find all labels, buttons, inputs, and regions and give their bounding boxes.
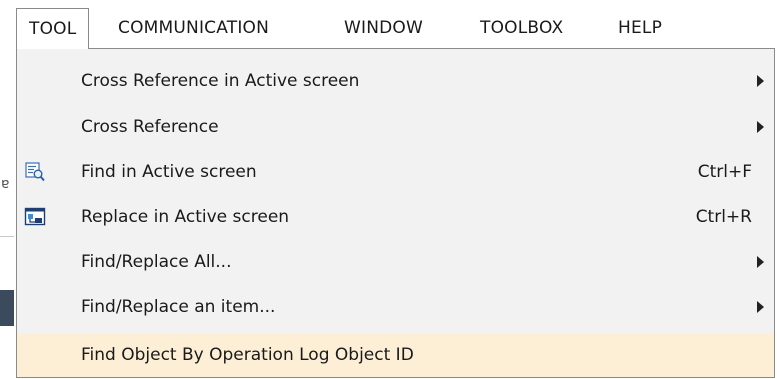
menu-item-label: Find Object By Operation Log Object ID	[81, 345, 414, 365]
shortcut-label: Ctrl+F	[697, 162, 752, 182]
background-panel-fragment	[0, 290, 14, 326]
menu-item-label: Cross Reference	[81, 117, 219, 137]
submenu-arrow-icon	[757, 301, 764, 313]
background-text-fragment: ɐ	[1, 176, 10, 192]
menu-tool-label: TOOL	[29, 19, 77, 39]
menu-item-cross-reference[interactable]: Cross Reference	[17, 107, 774, 147]
submenu-arrow-icon	[757, 75, 764, 87]
menu-item-find-in-active-screen[interactable]: Find in Active screen Ctrl+F	[17, 152, 774, 192]
application-window: ɐ TOOL COMMUNICATION WINDOW TOOLBOX HELP…	[0, 0, 777, 379]
menu-tool[interactable]: TOOL	[16, 8, 90, 49]
menu-item-find-replace-item[interactable]: Find/Replace an item...	[17, 287, 774, 327]
find-icon	[24, 161, 46, 183]
submenu-arrow-icon	[757, 256, 764, 268]
menu-item-find-object-by-log-id[interactable]: Find Object By Operation Log Object ID	[17, 333, 774, 377]
menu-help-label: HELP	[618, 17, 663, 38]
menu-item-cross-reference-active-screen[interactable]: Cross Reference in Active screen	[17, 61, 774, 101]
menu-communication[interactable]: COMMUNICATION	[106, 8, 281, 47]
menu-communication-label: COMMUNICATION	[118, 17, 270, 38]
menu-toolbox[interactable]: TOOLBOX	[468, 8, 575, 47]
tool-dropdown-menu: Cross Reference in Active screen Cross R…	[16, 48, 775, 378]
menu-item-label: Find/Replace All...	[81, 252, 232, 272]
menu-window-label: WINDOW	[344, 17, 424, 38]
menu-toolbox-label: TOOLBOX	[480, 17, 564, 38]
menu-item-label: Find in Active screen	[81, 162, 257, 182]
menu-item-label: Replace in Active screen	[81, 207, 290, 227]
menu-help[interactable]: HELP	[606, 8, 674, 47]
submenu-arrow-icon	[757, 121, 764, 133]
menu-item-label: Find/Replace an item...	[81, 297, 276, 317]
shortcut-label: Ctrl+R	[695, 207, 752, 227]
replace-icon	[24, 206, 46, 228]
menu-item-label: Cross Reference in Active screen	[81, 71, 360, 91]
menu-item-replace-in-active-screen[interactable]: Replace in Active screen Ctrl+R	[17, 197, 774, 237]
menu-bar: TOOL COMMUNICATION WINDOW TOOLBOX HELP	[0, 0, 777, 49]
menu-window[interactable]: WINDOW	[332, 8, 435, 47]
menu-item-find-replace-all[interactable]: Find/Replace All...	[17, 242, 774, 282]
background-divider	[0, 236, 14, 237]
